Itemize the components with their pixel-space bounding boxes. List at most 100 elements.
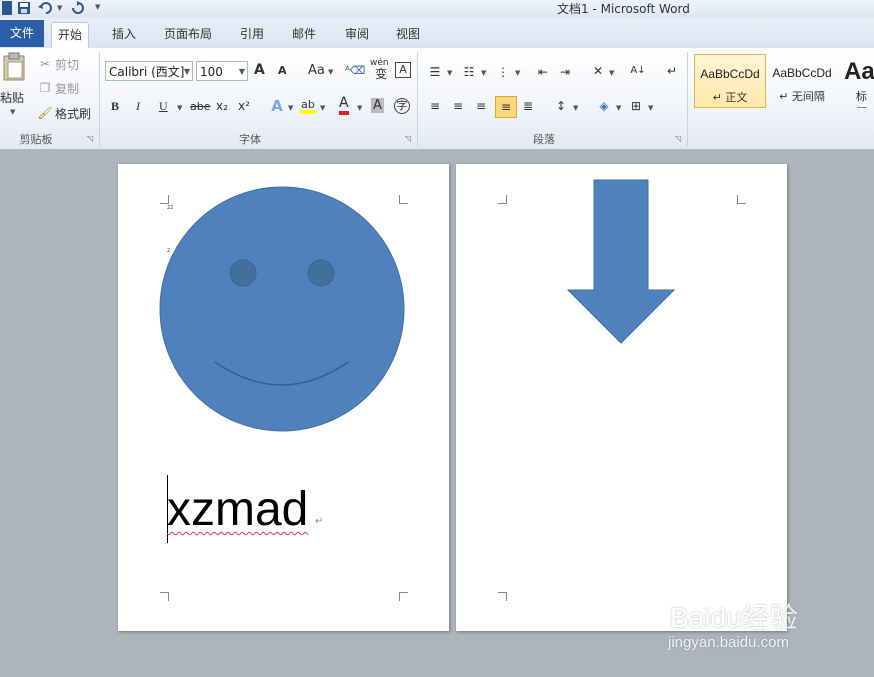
margin-corner-mark bbox=[498, 592, 507, 601]
justify-icon[interactable]: ≡ bbox=[495, 96, 517, 118]
tab-view[interactable]: 视图 bbox=[390, 22, 426, 47]
style-name: ↵ 正文 bbox=[712, 91, 748, 104]
document-text[interactable]: xzmad bbox=[167, 482, 308, 538]
chevron-down-icon[interactable]: ▼ bbox=[357, 104, 362, 112]
highlight-icon[interactable]: ab bbox=[300, 97, 316, 114]
shrink-font-button[interactable]: A bbox=[278, 64, 287, 77]
chevron-down-icon[interactable]: ▼ bbox=[609, 69, 614, 77]
ribbon: 粘贴 ▼ ✂ 剪切 ❐ 复制 🖌 格式刷 剪贴板 ◹ Calibri (西文] … bbox=[0, 48, 874, 150]
left-eye bbox=[229, 259, 257, 287]
text-effects-icon[interactable]: A bbox=[269, 98, 285, 114]
style-name: 标题 bbox=[856, 90, 867, 108]
font-name-combo[interactable]: Calibri (西文] ▼ bbox=[105, 61, 193, 81]
watermark-brand: Baidu经验 bbox=[670, 602, 798, 633]
copy-icon[interactable]: ❐ bbox=[37, 80, 53, 96]
chevron-down-icon[interactable]: ▼ bbox=[616, 104, 621, 112]
format-painter-button[interactable]: 格式刷 bbox=[55, 105, 91, 122]
decrease-indent-icon[interactable]: ⇤ bbox=[535, 64, 551, 80]
phonetic-guide-icon[interactable]: 变 bbox=[373, 66, 389, 82]
tab-mailings[interactable]: 邮件 bbox=[286, 22, 322, 47]
grow-font-button[interactable]: A bbox=[254, 62, 265, 78]
style-name: ↵ 无间隔 bbox=[779, 90, 825, 103]
format-painter-icon[interactable]: 🖌 bbox=[37, 105, 53, 121]
bold-button[interactable]: B bbox=[111, 99, 119, 114]
tab-home[interactable]: 开始 bbox=[51, 22, 90, 49]
chevron-down-icon[interactable]: ▼ bbox=[515, 69, 520, 77]
subscript-button[interactable]: x₂ bbox=[216, 99, 228, 113]
paragraph-launcher-icon[interactable]: ◹ bbox=[675, 134, 681, 143]
character-shading-button[interactable]: A bbox=[371, 98, 384, 113]
chevron-down-icon[interactable]: ▼ bbox=[328, 68, 333, 76]
numbering-icon[interactable]: ☷ bbox=[461, 64, 477, 80]
font-color-button[interactable]: A bbox=[339, 96, 349, 115]
undo-icon[interactable] bbox=[38, 1, 54, 16]
document-page-1[interactable]: 22 2 xzmad ↵ bbox=[118, 164, 449, 631]
copy-button[interactable]: 复制 bbox=[55, 80, 79, 97]
tab-insert[interactable]: 插入 bbox=[106, 22, 142, 47]
customize-quick-access-icon[interactable]: ▼ bbox=[95, 3, 100, 18]
margin-corner-mark bbox=[498, 195, 507, 204]
style-heading[interactable]: Aa 标题 bbox=[838, 54, 874, 108]
word-icon[interactable] bbox=[2, 1, 12, 15]
underline-button[interactable]: U bbox=[159, 99, 168, 114]
tab-review[interactable]: 审阅 bbox=[339, 22, 375, 47]
chevron-down-icon[interactable]: ▼ bbox=[177, 104, 182, 112]
ribbon-tab-bar: 文件 开始 插入 页面布局 引用 邮件 审阅 视图 bbox=[0, 18, 874, 49]
superscript-button[interactable]: x² bbox=[238, 99, 250, 113]
margin-corner-mark bbox=[737, 195, 746, 204]
chevron-down-icon[interactable]: ▼ bbox=[320, 104, 325, 112]
align-center-icon[interactable]: ≡ bbox=[450, 98, 466, 114]
window-title: 文档1 - Microsoft Word bbox=[557, 2, 690, 16]
clipboard-group-label: 剪贴板 bbox=[19, 133, 53, 146]
change-case-button[interactable]: Aa bbox=[308, 63, 325, 78]
paragraph-group-label: 段落 bbox=[533, 133, 555, 146]
chevron-down-icon[interactable]: ▼ bbox=[481, 69, 486, 77]
chevron-down-icon[interactable]: ▼ bbox=[288, 104, 293, 112]
enclose-characters-button[interactable]: 字 bbox=[394, 98, 410, 114]
style-normal[interactable]: AaBbCcDd ↵ 正文 bbox=[694, 54, 766, 108]
distributed-icon[interactable]: ≣ bbox=[520, 98, 536, 114]
style-sample: AaBbCcDd bbox=[700, 67, 760, 81]
face-circle bbox=[159, 186, 405, 432]
font-launcher-icon[interactable]: ◹ bbox=[405, 134, 411, 143]
tab-page-layout[interactable]: 页面布局 bbox=[158, 22, 218, 47]
multilevel-list-icon[interactable]: ⋮ bbox=[495, 64, 511, 80]
character-border-icon[interactable]: A bbox=[395, 62, 411, 78]
paste-dropdown-icon[interactable]: ▼ bbox=[10, 108, 15, 116]
paragraph-mark: ↵ bbox=[315, 516, 324, 527]
show-marks-icon[interactable]: ↵ bbox=[664, 63, 680, 79]
clear-formatting-icon[interactable]: ᴬ⌫ bbox=[345, 63, 365, 79]
undo-dropdown-icon[interactable]: ▼ bbox=[57, 4, 62, 19]
shading-icon[interactable]: ◈ bbox=[596, 98, 612, 114]
font-size-value: 100 bbox=[200, 65, 223, 79]
cut-button[interactable]: 剪切 bbox=[55, 56, 79, 73]
down-arrow-shape[interactable] bbox=[566, 179, 676, 345]
chevron-down-icon[interactable]: ▼ bbox=[573, 104, 578, 112]
document-page-2[interactable] bbox=[456, 164, 787, 631]
chevron-down-icon[interactable]: ▼ bbox=[648, 104, 653, 112]
paste-icon[interactable] bbox=[2, 52, 26, 82]
sort-icon[interactable]: A↓ bbox=[630, 63, 646, 79]
chevron-down-icon[interactable]: ▼ bbox=[447, 69, 452, 77]
group-separator bbox=[687, 52, 688, 146]
tab-file[interactable]: 文件 bbox=[0, 20, 44, 47]
align-left-icon[interactable]: ≡ bbox=[427, 98, 443, 114]
paste-button[interactable]: 粘贴 bbox=[0, 89, 24, 106]
font-group-label: 字体 bbox=[239, 133, 261, 146]
font-size-combo[interactable]: 100 ▼ bbox=[196, 61, 248, 81]
smiley-face-shape[interactable] bbox=[158, 186, 406, 434]
style-no-spacing[interactable]: AaBbCcDd ↵ 无间隔 bbox=[766, 54, 838, 108]
line-spacing-icon[interactable]: ↕ bbox=[553, 98, 569, 114]
strikethrough-button[interactable]: abe bbox=[190, 100, 211, 113]
save-icon[interactable] bbox=[17, 1, 31, 16]
redo-icon[interactable] bbox=[71, 1, 85, 16]
bullets-icon[interactable]: ☰ bbox=[427, 64, 443, 80]
tab-references[interactable]: 引用 bbox=[234, 22, 270, 47]
clipboard-launcher-icon[interactable]: ◹ bbox=[87, 134, 93, 143]
increase-indent-icon[interactable]: ⇥ bbox=[557, 64, 573, 80]
chinese-layout-icon[interactable]: ✕ bbox=[590, 63, 606, 79]
align-right-icon[interactable]: ≡ bbox=[473, 98, 489, 114]
italic-button[interactable]: I bbox=[136, 99, 140, 114]
borders-icon[interactable]: ⊞ bbox=[628, 98, 644, 114]
cut-icon[interactable]: ✂ bbox=[37, 56, 53, 72]
